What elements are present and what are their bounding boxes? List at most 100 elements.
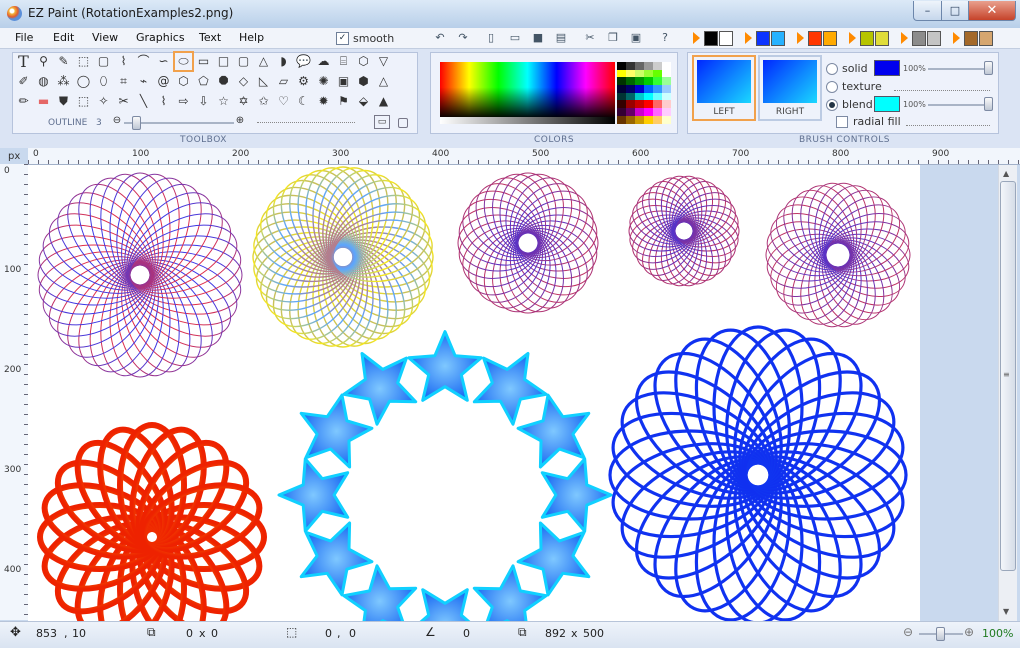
- select-rect-icon[interactable]: ⬚: [75, 53, 92, 70]
- outline-style-icon[interactable]: ▭: [374, 115, 390, 129]
- help-icon[interactable]: ?: [657, 31, 673, 45]
- outline-option-checkbox[interactable]: [398, 118, 408, 128]
- maximize-button[interactable]: □: [941, 1, 969, 21]
- brush-tool-icon[interactable]: ✐: [15, 73, 32, 90]
- cube-icon[interactable]: ⬡: [355, 53, 372, 70]
- pencil-icon[interactable]: ✏: [15, 93, 32, 110]
- scroll-down-icon[interactable]: ▼: [1003, 607, 1009, 616]
- select-free-icon[interactable]: ⌇: [115, 53, 132, 70]
- stamp-icon[interactable]: ⛊: [55, 93, 72, 110]
- box-icon[interactable]: ▣: [335, 73, 352, 90]
- cut-icon[interactable]: ✂: [582, 31, 598, 45]
- swatch-red[interactable]: [808, 31, 822, 46]
- menu-help[interactable]: Help: [239, 31, 264, 44]
- open-icon[interactable]: ▭: [507, 31, 523, 45]
- polyline-icon[interactable]: ⌁: [135, 73, 152, 90]
- drawing-canvas[interactable]: [28, 165, 920, 621]
- rounded-rect-icon[interactable]: ▭: [195, 53, 212, 70]
- heart-icon[interactable]: ♡: [275, 93, 292, 110]
- curve-icon[interactable]: ∽: [155, 53, 172, 70]
- texture-radio[interactable]: [826, 81, 838, 93]
- arc-icon[interactable]: ⌒: [135, 53, 152, 70]
- smooth-checkbox[interactable]: ✓: [336, 32, 349, 45]
- square-icon[interactable]: ▢: [235, 53, 252, 70]
- solid-color-swatch[interactable]: [874, 60, 900, 76]
- swatch-tan[interactable]: [979, 31, 993, 46]
- ribbon-shape-icon[interactable]: ⚑: [335, 93, 352, 110]
- scroll-up-icon[interactable]: ▲: [1003, 169, 1009, 178]
- solid-opacity-knob[interactable]: [984, 61, 993, 75]
- zoom-in-icon[interactable]: ⊕: [964, 625, 974, 639]
- blend-radio[interactable]: [826, 99, 838, 111]
- star-icon[interactable]: ☆: [215, 93, 232, 110]
- minimize-button[interactable]: –: [913, 1, 942, 21]
- text-tool-icon[interactable]: T: [15, 53, 32, 70]
- outline-minus-icon[interactable]: ⊖: [111, 115, 123, 127]
- menu-edit[interactable]: Edit: [53, 31, 74, 44]
- ellipse-select-icon[interactable]: ◯: [75, 73, 92, 90]
- moon-icon[interactable]: ☾: [295, 93, 312, 110]
- menu-file[interactable]: File: [15, 31, 33, 44]
- new-icon[interactable]: ▯: [483, 31, 499, 45]
- vertical-scrollbar[interactable]: ▲ ≡ ▼: [998, 165, 1017, 621]
- lasso-icon[interactable]: ⬚: [75, 93, 92, 110]
- parallelogram-icon[interactable]: ▱: [275, 73, 292, 90]
- blend-color-swatch[interactable]: [874, 96, 900, 112]
- callout-icon[interactable]: 💬: [295, 53, 312, 70]
- menu-graphics[interactable]: Graphics: [136, 31, 185, 44]
- swatch-black[interactable]: [704, 31, 718, 46]
- color-swatch-grid[interactable]: [617, 62, 671, 124]
- cloud-icon[interactable]: ☁: [315, 53, 332, 70]
- zoom-out-icon[interactable]: ⊖: [903, 625, 913, 639]
- swatch-light-blue[interactable]: [771, 31, 785, 46]
- select-round-icon[interactable]: ▢: [95, 53, 112, 70]
- spray-tool-icon[interactable]: ⁂: [55, 73, 72, 90]
- rect-icon[interactable]: □: [215, 53, 232, 70]
- swatch-light-gray[interactable]: [927, 31, 941, 46]
- swatch-white[interactable]: [719, 31, 733, 46]
- scissors-icon[interactable]: ✂: [115, 93, 132, 110]
- arrow-right-icon[interactable]: ⇨: [175, 93, 192, 110]
- paste-icon[interactable]: ▣: [628, 31, 644, 45]
- print-icon[interactable]: ▤: [553, 31, 569, 45]
- right-brush-box[interactable]: RIGHT: [758, 55, 822, 121]
- grayscale-bar[interactable]: [440, 117, 615, 124]
- outline-plus-icon[interactable]: ⊕: [234, 115, 246, 127]
- menu-view[interactable]: View: [92, 31, 118, 44]
- copy-icon[interactable]: ❐: [605, 31, 621, 45]
- redo-icon[interactable]: ↷: [455, 31, 471, 45]
- ellipse-tool-icon[interactable]: ⬭: [173, 51, 194, 72]
- cone-icon[interactable]: △: [375, 73, 392, 90]
- crop-icon[interactable]: ⌗: [115, 73, 132, 90]
- hexagon-icon[interactable]: ⬡: [175, 73, 192, 90]
- blend-opacity-slider[interactable]: [928, 104, 990, 106]
- swatch-gray[interactable]: [912, 31, 926, 46]
- color-spectrum[interactable]: [440, 62, 615, 117]
- flag-icon[interactable]: ⬙: [355, 93, 372, 110]
- radial-fill-checkbox[interactable]: [836, 116, 848, 128]
- triangle-icon[interactable]: △: [255, 53, 272, 70]
- menu-text[interactable]: Text: [199, 31, 221, 44]
- pentagon-icon[interactable]: ⬠: [195, 73, 212, 90]
- line-icon[interactable]: ╲: [135, 93, 152, 110]
- blob-select-icon[interactable]: ⬯: [95, 73, 112, 90]
- prism-icon[interactable]: ⬢: [355, 73, 372, 90]
- half-circle-icon[interactable]: ◗: [275, 53, 292, 70]
- right-triangle-icon[interactable]: ◺: [255, 73, 272, 90]
- star-6-icon[interactable]: ✡: [235, 93, 252, 110]
- arrow-down-icon[interactable]: ⇩: [195, 93, 212, 110]
- magic-wand-icon[interactable]: ✧: [95, 93, 112, 110]
- outline-slider-knob[interactable]: [132, 116, 141, 130]
- fill-tool-icon[interactable]: ◍: [35, 73, 52, 90]
- eyedropper-icon[interactable]: ✎: [55, 53, 72, 70]
- spiral-icon[interactable]: @: [155, 73, 172, 90]
- eraser-icon[interactable]: ▬: [35, 93, 52, 110]
- cylinder-icon[interactable]: ⌸: [335, 53, 352, 70]
- pyramid-icon[interactable]: ▲: [375, 93, 392, 110]
- badge-icon[interactable]: ✹: [315, 93, 332, 110]
- solid-opacity-slider[interactable]: [928, 68, 990, 70]
- octagon-icon[interactable]: ⯃: [215, 73, 232, 90]
- swatch-brown[interactable]: [964, 31, 978, 46]
- zoom-slider-knob[interactable]: [936, 627, 945, 641]
- burst-icon[interactable]: ✺: [315, 73, 332, 90]
